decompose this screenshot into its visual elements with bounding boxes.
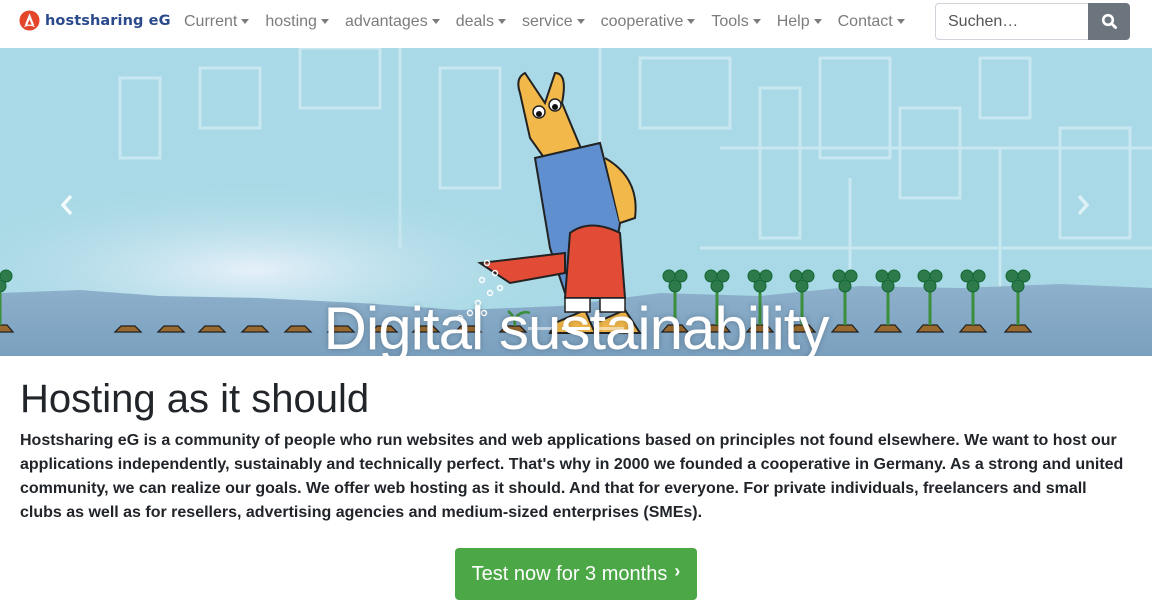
nav-item-tools[interactable]: Tools: [703, 13, 768, 31]
nav-item-label: Contact: [837, 13, 893, 30]
carousel-indicator-3[interactable]: [596, 327, 624, 330]
nav-item-label: service: [521, 13, 573, 30]
nav-item-label: Tools: [711, 13, 749, 30]
nav-item-label: deals: [455, 13, 494, 30]
navbar: hostsharing eG Current hosting advantages d…: [0, 0, 1152, 48]
chevron-right-icon: [1077, 194, 1090, 216]
caret-down-icon: [896, 18, 905, 24]
carousel-indicator-1[interactable]: [528, 327, 556, 330]
nav-item-help[interactable]: Help: [769, 13, 830, 31]
main-content: Hosting as it should Hostsharing eG is a…: [20, 356, 1132, 600]
carousel-indicator-2[interactable]: [562, 327, 590, 330]
chevron-right-icon: ›: [674, 560, 681, 581]
hero-carousel: Digital sustainability: [0, 48, 1152, 356]
nav-item-service[interactable]: service: [514, 13, 593, 31]
caret-down-icon: [687, 18, 696, 24]
search-icon: [1101, 13, 1117, 29]
nav-item-advantages[interactable]: advantages: [337, 13, 448, 31]
nav-item-label: Help: [776, 13, 810, 30]
brand-link[interactable]: hostsharing eG: [19, 10, 171, 31]
search-button[interactable]: [1088, 3, 1130, 40]
carousel-next-button[interactable]: [1068, 180, 1098, 230]
caret-down-icon: [431, 18, 440, 24]
carousel-indicators: [0, 327, 1152, 330]
nav-item-deals[interactable]: deals: [448, 13, 514, 31]
caret-down-icon: [813, 18, 822, 24]
caret-down-icon: [241, 18, 250, 24]
hostsharing-logo-icon: [19, 10, 40, 31]
nav-item-label: Current: [184, 13, 238, 30]
nav-item-cooperative[interactable]: cooperative: [593, 13, 704, 31]
nav-item-hosting[interactable]: hosting: [257, 13, 337, 31]
nav-item-label: hosting: [265, 13, 317, 30]
nav-item-label: cooperative: [600, 13, 684, 30]
cta-container: Test now for 3 months ›: [20, 548, 1132, 600]
search-form: [935, 3, 1130, 40]
caret-down-icon: [752, 18, 761, 24]
caret-down-icon: [576, 18, 585, 24]
intro-paragraph: Hostsharing eG is a community of people …: [20, 432, 1124, 521]
main-nav: Current hosting advantages deals service coop…: [176, 0, 913, 44]
caret-down-icon: [320, 18, 329, 24]
hero-image: [0, 48, 1152, 356]
test-now-label: Test now for 3 months: [471, 562, 668, 585]
carousel-prev-button[interactable]: [52, 180, 82, 230]
nav-item-current[interactable]: Current: [176, 13, 257, 31]
search-input[interactable]: [935, 3, 1088, 40]
brand-name: hostsharing eG: [45, 12, 171, 29]
nav-item-label: advantages: [344, 13, 428, 30]
caret-down-icon: [497, 18, 506, 24]
nav-item-contact[interactable]: Contact: [830, 13, 913, 31]
page-title: Hosting as it should: [20, 377, 370, 421]
chevron-left-icon: [60, 194, 73, 216]
test-now-button[interactable]: Test now for 3 months ›: [454, 548, 698, 600]
